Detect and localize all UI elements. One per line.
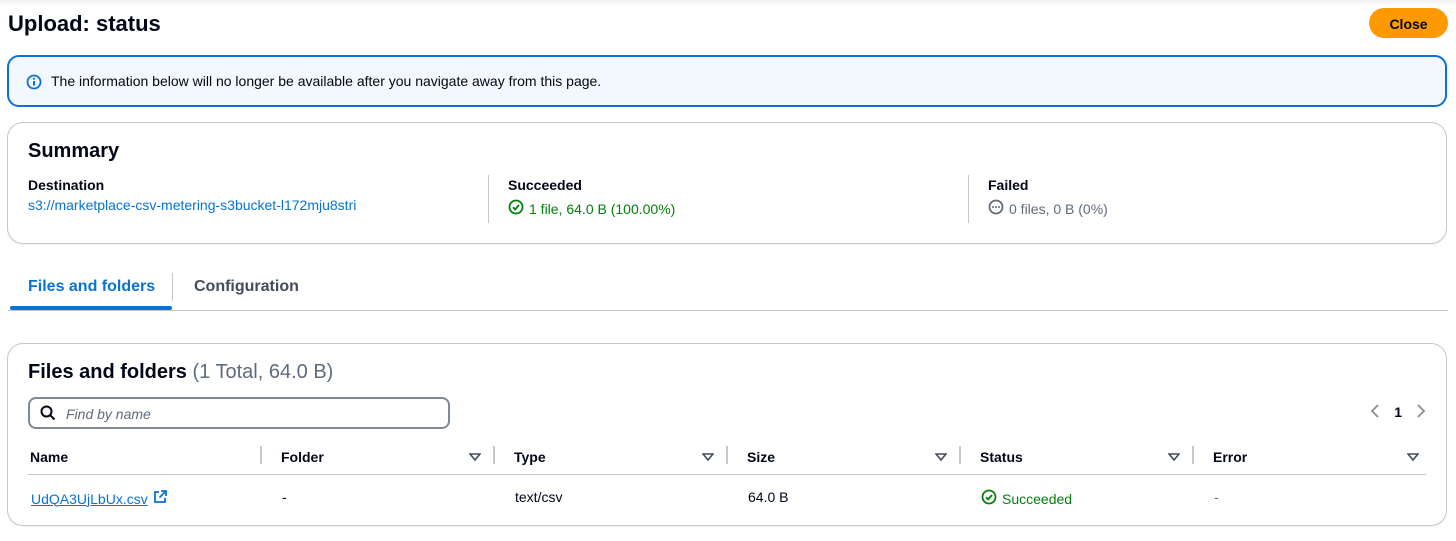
tab-bar: Files and folders Configuration (8, 266, 1448, 311)
summary-divider (968, 175, 969, 223)
column-resizer[interactable] (493, 446, 495, 464)
sort-caret-icon (934, 448, 948, 462)
alert-text: The information below will no longer be … (51, 73, 602, 89)
files-title: Files and folders (1 Total, 64.0 B) (28, 361, 333, 384)
column-resizer[interactable] (726, 446, 728, 464)
destination-label: Destination (28, 177, 105, 193)
info-alert: The information below will no longer be … (7, 55, 1447, 107)
column-header-folder[interactable]: Folder (279, 444, 493, 474)
tab-separator (172, 273, 173, 301)
folder-cell: - (282, 489, 287, 505)
external-link-icon[interactable] (152, 489, 168, 508)
page-header: Upload: status Close (8, 8, 1448, 38)
active-tab-indicator (10, 306, 172, 310)
destination-link[interactable]: s3://marketplace-csv-metering-s3bucket-l… (28, 197, 356, 213)
sort-caret-icon (701, 448, 715, 462)
files-count: (1 Total, 64.0 B) (192, 361, 334, 383)
page-number[interactable]: 1 (1394, 404, 1402, 420)
pagination: 1 (1370, 402, 1426, 422)
summary-card: Summary Destination s3://marketplace-csv… (7, 122, 1447, 244)
summary-title: Summary (28, 140, 120, 162)
sort-caret-icon (1406, 448, 1420, 462)
sort-caret-icon (468, 448, 482, 462)
page-title: Upload: status (8, 11, 161, 36)
files-card: Files and folders (1 Total, 64.0 B) 1 Na… (7, 343, 1447, 526)
files-heading: Files and folders (28, 361, 187, 383)
succeeded-column: Succeeded 1 file, 64.0 B (100.00%) (508, 175, 948, 221)
chevron-left-icon[interactable] (1370, 403, 1380, 422)
column-resizer[interactable] (260, 446, 262, 464)
succeeded-label: Succeeded (508, 177, 582, 193)
error-cell: - (1214, 489, 1219, 505)
status-text: Succeeded (1002, 490, 1073, 507)
search-input[interactable] (64, 399, 438, 429)
failed-value: 0 files, 0 B (0%) (1009, 200, 1108, 217)
table-row: UdQA3UjLbUx.csv - text/csv 64.0 B Succee… (28, 475, 1426, 519)
tab-configuration[interactable]: Configuration (174, 266, 319, 310)
success-check-icon (508, 199, 524, 218)
type-cell: text/csv (515, 489, 563, 505)
sort-caret-icon (1167, 448, 1181, 462)
column-header-size[interactable]: Size (745, 444, 959, 474)
chevron-right-icon[interactable] (1416, 403, 1426, 422)
table-header: Name Folder Type Size Status Error (28, 444, 1426, 475)
top-shadow (0, 0, 1456, 6)
failed-label: Failed (988, 177, 1029, 193)
search-box (28, 397, 450, 429)
tab-files-and-folders[interactable]: Files and folders (8, 266, 175, 310)
column-header-type[interactable]: Type (512, 444, 726, 474)
close-button[interactable]: Close (1369, 8, 1448, 38)
name-cell: UdQA3UjLbUx.csv (31, 489, 168, 508)
pending-ellipsis-icon (988, 199, 1004, 218)
column-header-status[interactable]: Status (978, 444, 1192, 474)
column-header-name: Name (30, 449, 69, 465)
column-header-error[interactable]: Error (1211, 444, 1426, 474)
file-name-link[interactable]: UdQA3UjLbUx.csv (31, 491, 148, 507)
status-cell: Succeeded (981, 489, 1072, 508)
failed-column: Failed 0 files, 0 B (0%) (988, 175, 1428, 221)
column-resizer[interactable] (1192, 446, 1194, 464)
destination-column: Destination s3://marketplace-csv-meterin… (28, 175, 468, 221)
success-check-icon (981, 489, 997, 508)
column-resizer[interactable] (959, 446, 961, 464)
succeeded-value: 1 file, 64.0 B (100.00%) (529, 200, 676, 217)
summary-divider (488, 175, 489, 223)
info-icon (26, 74, 42, 90)
search-icon (40, 405, 56, 421)
size-cell: 64.0 B (748, 489, 789, 505)
